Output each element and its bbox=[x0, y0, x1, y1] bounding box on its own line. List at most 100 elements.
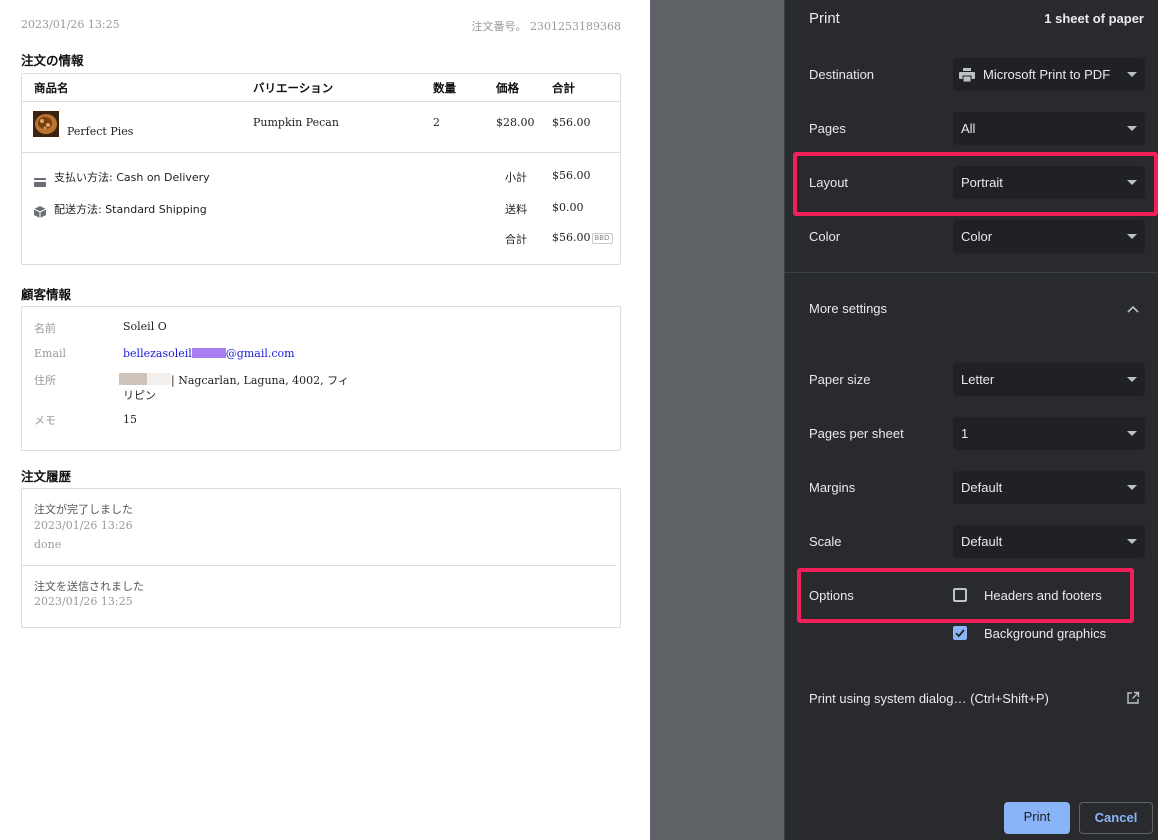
name-value: Soleil O bbox=[123, 320, 167, 333]
product-name: Perfect Pies bbox=[67, 125, 134, 138]
product-variation: Pumpkin Pecan bbox=[253, 116, 339, 129]
layout-value: Portrait bbox=[961, 175, 1003, 190]
margins-value: Default bbox=[961, 480, 1003, 495]
paper-size-value: Letter bbox=[961, 372, 995, 387]
memo-label: メモ bbox=[34, 414, 56, 427]
email-value[interactable]: bellezasoleil @gmail.com bbox=[123, 347, 295, 360]
chevron-down-icon bbox=[1127, 72, 1137, 77]
chevron-down-icon bbox=[1127, 126, 1137, 131]
order-number: 注文番号。 2301253189368 bbox=[471, 20, 621, 33]
print-dialog-title: Print bbox=[809, 10, 840, 27]
col-variation: バリエーション bbox=[253, 81, 334, 95]
chevron-down-icon bbox=[1127, 539, 1137, 544]
destination-label: Destination bbox=[809, 67, 875, 82]
package-icon bbox=[33, 203, 47, 218]
history-entry-title: 注文が完了しました bbox=[34, 503, 133, 516]
headers-footers-label[interactable]: Headers and footers bbox=[984, 588, 1102, 603]
checkmark-icon bbox=[955, 629, 965, 638]
order-history-heading: 注文履歴 bbox=[21, 469, 72, 484]
pages-per-sheet-value: 1 bbox=[961, 426, 969, 441]
layout-select[interactable]: Portrait bbox=[953, 166, 1145, 199]
order-history-box: 注文が完了しました 2023/01/26 13:26 done 注文を送信されま… bbox=[21, 488, 621, 628]
address-value: | Nagcarlan, Laguna, 4002, フィ bbox=[119, 372, 349, 388]
print-preview-page: 2023/01/26 13:25 注文番号。 2301253189368 注文の… bbox=[0, 0, 650, 840]
scale-select[interactable]: Default bbox=[953, 525, 1145, 558]
preview-gutter bbox=[650, 0, 784, 840]
paper-size-label: Paper size bbox=[809, 372, 871, 387]
pages-select[interactable]: All bbox=[953, 112, 1145, 145]
grand-total-value: $56.00 bbox=[552, 231, 591, 244]
redaction-block bbox=[191, 348, 226, 358]
col-price: 価格 bbox=[496, 81, 519, 95]
memo-value: 15 bbox=[123, 413, 137, 426]
address-line-1: | Nagcarlan, Laguna, 4002, フィ bbox=[171, 374, 349, 387]
grand-total-label: 合計 bbox=[505, 233, 527, 246]
email-suffix: @gmail.com bbox=[225, 347, 295, 360]
credit-card-icon bbox=[34, 172, 46, 187]
email-prefix: bellezasoleil bbox=[123, 347, 192, 360]
chevron-up-icon[interactable] bbox=[1127, 302, 1139, 313]
destination-value: Microsoft Print to PDF bbox=[983, 67, 1111, 82]
currency-badge: BBD bbox=[591, 233, 613, 244]
history-entry-time: 2023/01/26 13:25 bbox=[34, 595, 133, 608]
redaction-block bbox=[147, 373, 171, 385]
color-label: Color bbox=[809, 229, 841, 244]
shipping-fee-label: 送料 bbox=[505, 203, 527, 216]
order-info-table: 商品名 バリエーション 数量 価格 合計 Perfect Pies Pumpki… bbox=[21, 73, 621, 265]
scale-value: Default bbox=[961, 534, 1003, 549]
history-entry-note: done bbox=[34, 538, 62, 551]
col-total: 合計 bbox=[552, 81, 575, 95]
history-entry-title: 注文を送信されました bbox=[34, 580, 144, 593]
order-timestamp: 2023/01/26 13:25 bbox=[21, 18, 120, 31]
chevron-down-icon bbox=[1127, 180, 1137, 185]
headers-footers-checkbox[interactable] bbox=[953, 588, 967, 602]
product-price: $28.00 bbox=[496, 116, 535, 129]
cancel-button[interactable]: Cancel bbox=[1079, 802, 1153, 834]
options-label: Options bbox=[809, 588, 854, 603]
printer-icon bbox=[959, 61, 975, 94]
col-quantity: 数量 bbox=[433, 81, 456, 95]
system-dialog-link[interactable]: Print using system dialog… (Ctrl+Shift+P… bbox=[809, 691, 1049, 706]
more-settings-toggle[interactable]: More settings bbox=[809, 301, 887, 316]
pages-per-sheet-label: Pages per sheet bbox=[809, 426, 904, 441]
color-select[interactable]: Color bbox=[953, 220, 1145, 253]
shipping-fee-value: $0.00 bbox=[552, 201, 584, 214]
subtotal-value: $56.00 bbox=[552, 169, 591, 182]
grand-total: $56.00 BBD bbox=[552, 231, 613, 244]
layout-label: Layout bbox=[809, 175, 849, 190]
open-in-new-icon[interactable] bbox=[1126, 691, 1140, 705]
background-graphics-checkbox[interactable] bbox=[953, 626, 967, 640]
pages-value: All bbox=[961, 121, 976, 136]
background-graphics-label[interactable]: Background graphics bbox=[984, 626, 1106, 641]
email-label: Email bbox=[34, 347, 67, 360]
sheet-count: 1 sheet of paper bbox=[1044, 11, 1144, 26]
paper-size-select[interactable]: Letter bbox=[953, 363, 1145, 396]
product-total: $56.00 bbox=[552, 116, 591, 129]
print-settings-panel: Print 1 sheet of paper Destination Micro… bbox=[784, 0, 1158, 840]
name-label: 名前 bbox=[34, 322, 56, 335]
pages-per-sheet-select[interactable]: 1 bbox=[953, 417, 1145, 450]
pages-label: Pages bbox=[809, 121, 846, 136]
chevron-down-icon bbox=[1127, 431, 1137, 436]
col-product-name: 商品名 bbox=[34, 81, 69, 95]
panel-divider bbox=[785, 272, 1158, 273]
color-value: Color bbox=[961, 229, 993, 244]
order-info-heading: 注文の情報 bbox=[21, 53, 84, 68]
scale-label: Scale bbox=[809, 534, 842, 549]
payment-method: 支払い方法: Cash on Delivery bbox=[54, 171, 210, 184]
customer-info-box: 名前 Soleil O Email bellezasoleil @gmail.co… bbox=[21, 306, 621, 451]
product-thumbnail bbox=[33, 111, 59, 137]
margins-select[interactable]: Default bbox=[953, 471, 1145, 504]
redaction-block bbox=[119, 373, 147, 385]
address-line-2: リピン bbox=[123, 389, 156, 402]
shipping-method: 配送方法: Standard Shipping bbox=[54, 203, 207, 216]
chevron-down-icon bbox=[1127, 377, 1137, 382]
address-label: 住所 bbox=[34, 374, 56, 387]
margins-label: Margins bbox=[809, 480, 856, 495]
history-entry-time: 2023/01/26 13:26 bbox=[34, 519, 133, 532]
destination-select[interactable]: Microsoft Print to PDF bbox=[953, 58, 1145, 91]
customer-info-heading: 顧客情報 bbox=[21, 287, 72, 302]
print-button[interactable]: Print bbox=[1004, 802, 1070, 834]
chevron-down-icon bbox=[1127, 485, 1137, 490]
chevron-down-icon bbox=[1127, 234, 1137, 239]
